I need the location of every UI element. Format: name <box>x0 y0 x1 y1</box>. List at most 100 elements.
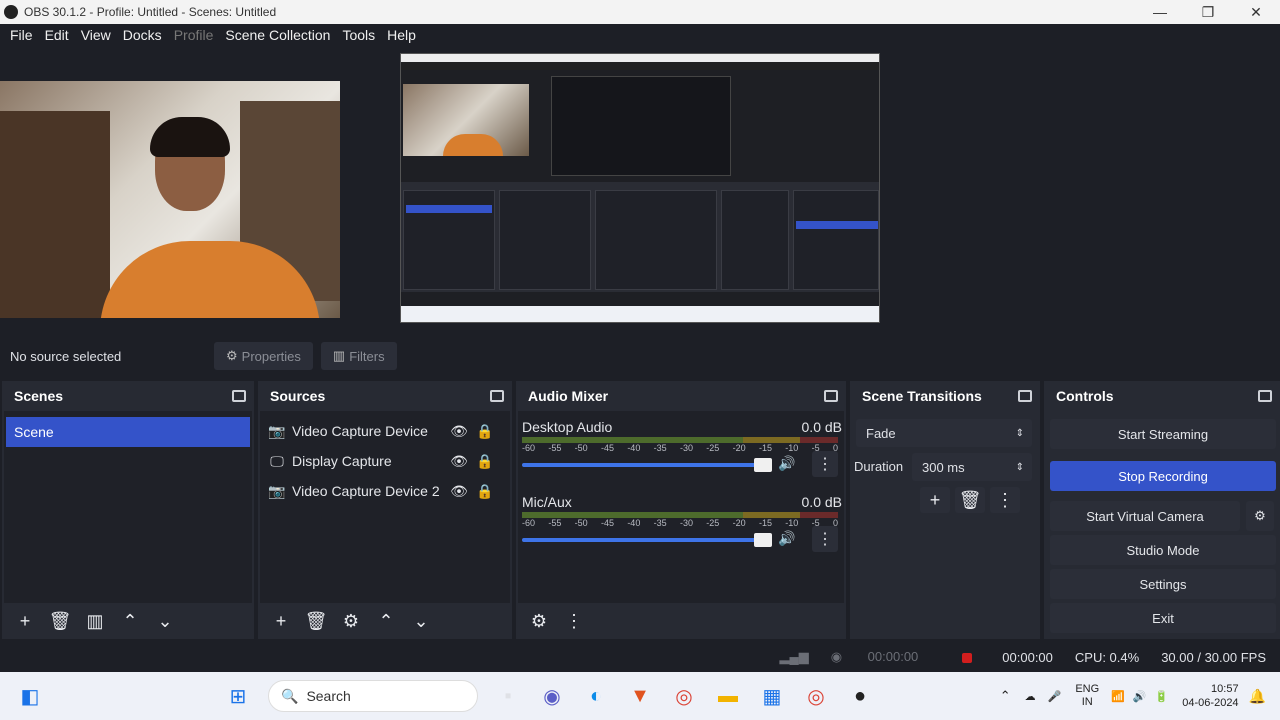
properties-button[interactable]: ⚙ Properties <box>214 342 313 370</box>
move-down-icon[interactable]: ⌄ <box>150 608 180 634</box>
mic-icon[interactable]: 🎤 <box>1048 690 1062 703</box>
sources-dock: Sources 📷 Video Capture Device 👁 🔒 🖵 Dis… <box>258 381 512 639</box>
volume-icon[interactable]: 🔊 <box>1133 690 1147 703</box>
window-controls: — ❐ ✕ <box>1136 0 1280 24</box>
filters-label: Filters <box>349 348 385 364</box>
cpu-usage: CPU: 0.4% <box>1074 649 1140 665</box>
scenes-dock: Scenes Scene + 🗑 ▥ ⌃ ⌄ <box>2 381 254 639</box>
speaker-icon[interactable]: 🔊 <box>778 530 795 547</box>
move-up-icon[interactable]: ⌃ <box>371 608 401 634</box>
exit-button[interactable]: Exit <box>1050 603 1276 633</box>
start-streaming-button[interactable]: Start Streaming <box>1050 419 1276 449</box>
search-label: Search <box>306 688 351 704</box>
menu-scene-collection[interactable]: Scene Collection <box>219 27 336 43</box>
preview-canvas[interactable] <box>0 46 1280 336</box>
wifi-icon[interactable]: 📶 <box>1111 690 1125 703</box>
folder-icon[interactable]: ▬ <box>712 680 744 712</box>
volume-slider[interactable] <box>522 533 772 547</box>
obs-taskbar-icon[interactable]: ● <box>844 680 876 712</box>
source-row[interactable]: 🖵 Display Capture 👁 🔒 <box>268 447 498 475</box>
trash-icon[interactable]: 🗑 <box>301 608 331 634</box>
source-row[interactable]: 📷 Video Capture Device 2 👁 🔒 <box>268 477 498 505</box>
slider-handle[interactable] <box>754 458 772 472</box>
stepper-icon[interactable]: ⇕ <box>1016 462 1024 473</box>
move-up-icon[interactable]: ⌃ <box>115 608 145 634</box>
cloud-icon[interactable]: ☁ <box>1025 690 1036 703</box>
more-options-icon[interactable]: ⋮ <box>812 526 838 552</box>
trash-icon[interactable]: 🗑 <box>955 487 985 513</box>
widgets-icon[interactable]: ◧ <box>14 680 46 712</box>
advanced-audio-icon[interactable]: ⚙ <box>524 608 554 634</box>
undock-icon[interactable] <box>824 390 838 402</box>
window-titlebar: OBS 30.1.2 - Profile: Untitled - Scenes:… <box>0 0 1280 24</box>
gear-icon: ⚙ <box>226 348 238 363</box>
undock-icon[interactable] <box>1258 390 1272 402</box>
eye-icon[interactable]: 👁 <box>446 483 472 500</box>
scene-list-item[interactable]: Scene <box>6 417 250 447</box>
store-icon[interactable]: ▦ <box>756 680 788 712</box>
taskbar-search[interactable]: 🔍 Search <box>268 680 478 712</box>
start-icon[interactable]: ⊞ <box>222 680 254 712</box>
channel-level: 0.0 dB <box>801 494 842 510</box>
add-scene-icon[interactable]: + <box>10 608 40 634</box>
eye-icon[interactable]: 👁 <box>446 423 472 440</box>
language-indicator[interactable]: ENG IN <box>1075 683 1099 709</box>
more-options-icon[interactable]: ⋮ <box>812 451 838 477</box>
teams-icon[interactable]: ◉ <box>536 680 568 712</box>
eye-icon[interactable]: 👁 <box>446 453 472 470</box>
more-options-icon[interactable]: ⋮ <box>559 608 589 634</box>
transition-select[interactable]: Fade ⇕ <box>856 419 1032 447</box>
trash-icon[interactable]: 🗑 <box>45 608 75 634</box>
source-toolbar: No source selected ⚙ Properties ▥ Filter… <box>0 338 1280 374</box>
close-icon[interactable]: ✕ <box>1232 0 1280 24</box>
source-row[interactable]: 📷 Video Capture Device 👁 🔒 <box>268 417 498 445</box>
stop-recording-button[interactable]: Stop Recording <box>1050 461 1276 491</box>
file-explorer-icon[interactable]: ▪ <box>492 680 524 712</box>
clock[interactable]: 10:57 04-06-2024 <box>1182 682 1238 710</box>
slider-handle[interactable] <box>754 533 772 547</box>
studio-mode-button[interactable]: Studio Mode <box>1050 535 1276 565</box>
filters-button[interactable]: ▥ Filters <box>320 342 397 370</box>
lock-icon[interactable]: 🔒 <box>472 423 498 440</box>
settings-button[interactable]: Settings <box>1050 569 1276 599</box>
brave-icon[interactable]: ▼ <box>624 680 656 712</box>
source-label: Video Capture Device <box>292 423 428 439</box>
undock-icon[interactable] <box>232 390 246 402</box>
speaker-icon[interactable]: 🔊 <box>778 455 795 472</box>
chrome-profile-icon[interactable]: ◎ <box>800 680 832 712</box>
menu-view[interactable]: View <box>75 27 117 43</box>
duration-input[interactable]: 300 ms ⇕ <box>912 453 1032 481</box>
restore-icon[interactable]: ❐ <box>1184 0 1232 24</box>
properties-label: Properties <box>241 348 301 364</box>
undock-icon[interactable] <box>490 390 504 402</box>
menu-tools[interactable]: Tools <box>336 27 381 43</box>
battery-icon[interactable]: 🔋 <box>1155 690 1169 703</box>
lock-icon[interactable]: 🔒 <box>472 453 498 470</box>
recording-time: 00:00:00 <box>940 650 1053 665</box>
camera-icon: 📷 <box>268 422 286 439</box>
chevron-up-icon[interactable]: ⌃ <box>1000 688 1011 704</box>
volume-slider[interactable] <box>522 458 772 472</box>
virtual-camera-settings-icon[interactable]: ⚙ <box>1246 501 1274 531</box>
move-down-icon[interactable]: ⌄ <box>406 608 436 634</box>
menu-docks[interactable]: Docks <box>117 27 168 43</box>
channel-name: Desktop Audio <box>522 419 613 435</box>
menu-file[interactable]: File <box>4 27 39 43</box>
scene-filters-icon[interactable]: ▥ <box>80 608 110 634</box>
chrome-icon[interactable]: ◎ <box>668 680 700 712</box>
display-capture-image <box>400 53 880 323</box>
edge-icon[interactable]: ◐ <box>580 680 612 712</box>
more-options-icon[interactable]: ⋮ <box>990 487 1020 513</box>
minimize-icon[interactable]: — <box>1136 0 1184 24</box>
undock-icon[interactable] <box>1018 390 1032 402</box>
mixer-channel: Desktop Audio 0.0 dB -60 -55 -50 -45 -40 -35 -3… <box>522 419 842 485</box>
menu-edit[interactable]: Edit <box>39 27 75 43</box>
add-source-icon[interactable]: + <box>266 608 296 634</box>
menu-help[interactable]: Help <box>381 27 422 43</box>
lock-icon[interactable]: 🔒 <box>472 483 498 500</box>
menu-profile[interactable]: Profile <box>168 27 220 43</box>
notification-bell-icon[interactable]: 🔔 <box>1249 688 1266 705</box>
gear-icon[interactable]: ⚙ <box>336 608 366 634</box>
add-transition-icon[interactable]: + <box>920 487 950 513</box>
start-virtual-camera-button[interactable]: Start Virtual Camera <box>1050 501 1240 531</box>
